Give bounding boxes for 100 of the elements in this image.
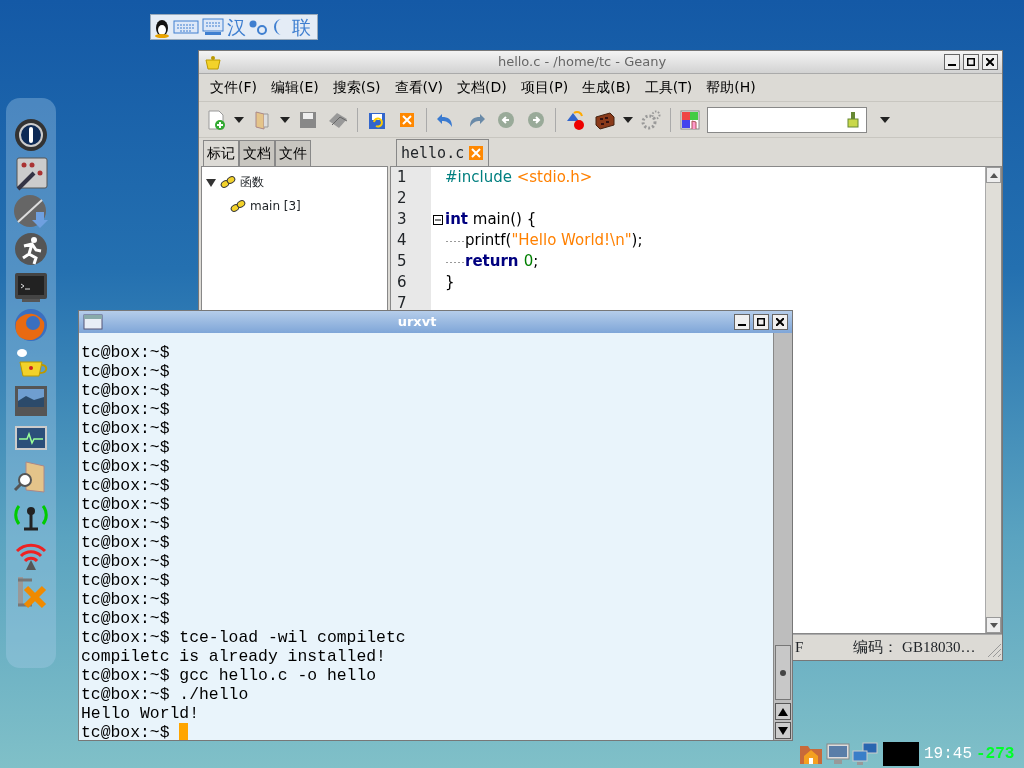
fold-marker-icon[interactable] [433,214,443,225]
status-text: 编码： GB18030… [853,638,976,658]
terminal-line: tc@box:~$ [81,343,170,362]
scroll-down-button[interactable] [986,617,1001,633]
terminal-line: tc@box:~$ [81,457,170,476]
gear-icon [640,108,662,131]
temperature-reading: -273 [976,744,1015,765]
caret-icon [623,116,633,123]
clock: 19:45 [924,744,972,765]
terminal-line: tc@box:~$ [81,362,170,381]
maximize-button[interactable] [963,54,979,70]
minimize-icon [738,324,746,326]
link-icon [230,199,246,213]
menu-item[interactable]: 帮助(H) [699,77,763,98]
shapes-icon [564,108,586,131]
terminal-line: tc@box:~$ [81,495,170,514]
tray-applet [883,742,919,766]
line-number: 2 [396,188,408,209]
terminal-line: tc@box:~$ [81,514,170,533]
terminal-line: tc@box:~$ gcc hello.c -o hello [81,666,377,685]
maximize-icon [967,58,975,66]
maximize-button[interactable] [753,314,769,330]
scroll-down-button[interactable] [775,722,791,739]
menu-item[interactable]: 编辑(E) [264,77,326,98]
sidebar-tab[interactable]: 标记 [203,140,239,166]
window-title: hello.c - /home/tc - Geany [496,53,668,72]
caret-icon [234,116,244,123]
terminal-line: tc@box:~$ ./hello [81,685,249,704]
caret-icon [880,116,890,123]
menu-item[interactable]: 工具(T) [637,77,700,98]
terminal-line: tc@box:~$ [81,571,170,590]
caret-icon [280,116,290,123]
terminal-line: tc@box:~$ [81,533,170,552]
code-line: int main() { [445,210,537,228]
tree-item[interactable]: 函数 [240,173,264,191]
up-arrow-icon [989,172,998,178]
terminal-line: tc@box:~$ [81,476,170,495]
tree-item[interactable]: main [3] [250,197,301,215]
terminal-line: tc@box:~$ [81,381,170,400]
sidebar-tab[interactable]: 文档 [239,140,275,166]
minimize-button[interactable] [734,314,750,330]
terminal-line: Hello World! [81,704,200,723]
down-arrow-icon [778,726,788,735]
close-icon [986,58,994,66]
code-line: } [445,273,455,291]
terminal-line: compiletc is already installed! [81,647,386,666]
line-number: 3 [396,209,408,230]
clear-icon[interactable] [846,110,860,129]
editor-tab[interactable]: hello.c [396,138,490,166]
menu-item[interactable]: 文件(F) [203,77,264,98]
running-man-icon[interactable] [12,232,50,267]
menu-item[interactable]: 项目(P) [513,77,576,98]
line-number: 7 [396,293,408,314]
menu-item[interactable]: 文档(D) [450,77,514,98]
line-number: 4 [396,230,408,251]
close-icon [776,318,784,326]
menu-item[interactable]: 查看(V) [387,77,451,98]
line-number: 1 [396,167,408,188]
window-title: urxvt [396,313,438,332]
link-icon [220,175,236,189]
terminal-line: tc@box:~$ [81,723,171,742]
line-number: 6 [396,272,408,293]
scrollbar[interactable] [773,333,792,740]
disk-download-icon[interactable] [12,194,50,229]
window-icon [83,314,103,330]
scrollbar[interactable] [985,167,1001,633]
teapot-icon [203,54,223,70]
menu-item[interactable]: 搜索(S) [325,77,388,98]
terminal-line: tc@box:~$ [81,609,170,628]
monitor-icon[interactable] [825,742,851,766]
close-button[interactable] [982,54,998,70]
grip-icon [779,668,787,677]
soft-keyboard-icon[interactable] [201,17,225,37]
minimize-icon [948,64,956,66]
up-arrow-icon [778,707,788,716]
ime-mode-label[interactable]: 联 [292,17,311,37]
network-icon[interactable] [852,742,878,766]
code-line: printf("Hello World!\n"); [465,231,643,249]
code-line: #include <stdio.h> [445,168,593,186]
maximize-icon [757,318,765,326]
down-arrow-icon [989,622,998,628]
search-field[interactable] [707,106,867,133]
landscape-photo-icon[interactable] [12,384,50,419]
line-number: 5 [396,251,408,272]
scroll-up-button[interactable] [986,167,1001,183]
status-text: F [795,638,804,658]
terminal-line: tc@box:~$ [81,419,170,438]
palette-icon [679,108,701,131]
power-icon[interactable] [12,118,50,153]
scroll-thumb[interactable] [775,645,791,700]
menu-item[interactable]: 生成(B) [575,77,638,98]
close-button[interactable] [772,314,788,330]
minimize-button[interactable] [944,54,960,70]
scroll-up-button[interactable] [775,703,791,720]
sidebar-tab[interactable]: 文件 [275,140,311,166]
terminal-line: tc@box:~$ [81,590,170,609]
terminal-line: tc@box:~$ [81,552,170,571]
code-line: return 0; [465,252,539,270]
terminal-icon[interactable] [12,270,50,305]
terminal-line: tc@box:~$ [81,438,170,457]
